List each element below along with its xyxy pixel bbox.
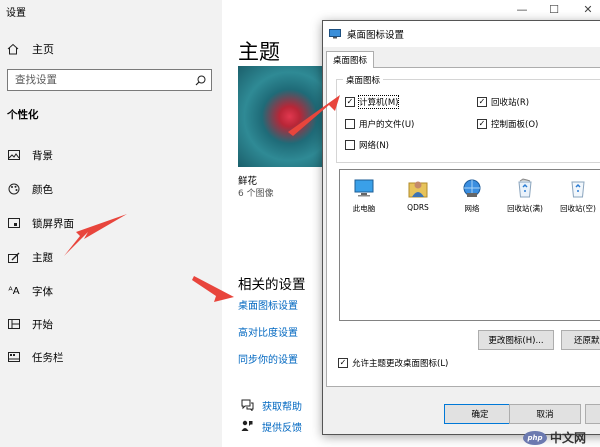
icon-label: 回收站(空) bbox=[560, 204, 596, 213]
checkbox-label: 用户的文件(U) bbox=[359, 120, 415, 130]
change-icon-button[interactable]: 更改图标(H)... bbox=[478, 330, 554, 350]
checkbox-control-panel[interactable]: ✓ 控制面板(O) bbox=[477, 118, 538, 130]
checkbox-empty bbox=[345, 140, 355, 150]
search-input[interactable] bbox=[15, 74, 189, 86]
icon-label: 网络 bbox=[464, 204, 480, 213]
taskbar-icon bbox=[7, 352, 21, 362]
ok-button[interactable]: 确定 bbox=[444, 404, 516, 424]
minimize-button[interactable]: — bbox=[504, 0, 540, 18]
sidebar-item-home[interactable]: 主页 bbox=[7, 40, 54, 58]
recycle-bin-full-icon bbox=[518, 178, 532, 198]
sidebar-item-label: 开始 bbox=[32, 318, 53, 331]
sync-settings-link[interactable]: 同步你的设置 bbox=[238, 351, 298, 366]
related-settings-title: 相关的设置 bbox=[238, 277, 306, 293]
checkbox-user-files[interactable]: 用户的文件(U) bbox=[345, 118, 414, 130]
theme-image-count: 6 个图像 bbox=[238, 189, 274, 199]
page-title: 主题 bbox=[238, 40, 280, 64]
dialog-title: 桌面图标设置 bbox=[347, 30, 405, 41]
high-contrast-link[interactable]: 高对比度设置 bbox=[238, 324, 298, 339]
checkbox-empty bbox=[345, 119, 355, 129]
icon-item-this-pc[interactable]: 此电脑 bbox=[345, 177, 383, 214]
monitor-icon bbox=[329, 29, 341, 39]
section-title: 个性化 bbox=[7, 109, 39, 121]
dialog-titlebar[interactable]: 桌面图标设置 bbox=[323, 21, 600, 47]
checkbox-label: 计算机(M) bbox=[357, 95, 400, 109]
checkbox-label: 控制面板(O) bbox=[491, 120, 539, 130]
feedback-label: 提供反馈 bbox=[262, 422, 302, 434]
icon-item-network[interactable]: 网络 bbox=[453, 177, 491, 214]
sidebar-item-background[interactable]: 背景 bbox=[7, 146, 53, 164]
sidebar: 设置 主页 个性化 背景 颜色 锁屏界面 主题 bbox=[0, 0, 222, 447]
close-button[interactable]: ✕ bbox=[570, 0, 600, 18]
group-title: 桌面图标 bbox=[343, 74, 384, 86]
restore-default-button[interactable]: 还原默认 bbox=[561, 330, 600, 350]
network-icon bbox=[463, 179, 481, 197]
recycle-bin-empty-icon bbox=[571, 181, 585, 198]
checkbox-label: 网络(N) bbox=[359, 141, 389, 151]
tab-desktop-icons[interactable]: 桌面图标 bbox=[326, 51, 375, 68]
checkbox-network[interactable]: 网络(N) bbox=[345, 139, 389, 151]
theme-thumbnail[interactable] bbox=[238, 66, 324, 167]
feedback-link[interactable]: 提供反馈 bbox=[240, 418, 302, 434]
sidebar-item-label: 背景 bbox=[32, 149, 53, 162]
sidebar-item-fonts[interactable]: ᴬA 字体 bbox=[7, 282, 53, 300]
home-icon bbox=[7, 43, 21, 55]
start-icon bbox=[7, 319, 21, 329]
check-icon: ✓ bbox=[477, 97, 487, 107]
sidebar-item-colors[interactable]: 颜色 bbox=[7, 180, 53, 198]
checkbox-label: 回收站(R) bbox=[491, 98, 530, 108]
font-icon: ᴬA bbox=[8, 285, 20, 297]
sidebar-item-label: 任务栏 bbox=[32, 351, 64, 364]
feedback-icon bbox=[240, 420, 254, 432]
sidebar-item-label: 字体 bbox=[32, 285, 53, 298]
desktop-icon-settings-dialog: 桌面图标设置 桌面图标 桌面图标 ✓ 计算机(M) ✓ 回收站(R) 用户的文件… bbox=[322, 20, 600, 435]
brush-icon bbox=[7, 252, 21, 263]
sidebar-item-taskbar[interactable]: 任务栏 bbox=[7, 348, 64, 366]
computer-icon bbox=[354, 179, 374, 197]
get-help-link[interactable]: 获取帮助 bbox=[240, 397, 302, 413]
help-chat-icon bbox=[240, 399, 254, 411]
icon-label: 回收站(满) bbox=[507, 204, 543, 213]
window-title: 设置 bbox=[6, 8, 26, 19]
checkbox-recycle-bin[interactable]: ✓ 回收站(R) bbox=[477, 96, 529, 108]
sidebar-item-start[interactable]: 开始 bbox=[7, 315, 53, 333]
icon-item-user-folder[interactable]: QDRS bbox=[399, 177, 437, 212]
user-folder-icon bbox=[408, 181, 428, 198]
watermark-text: 中文网 bbox=[550, 431, 587, 445]
check-icon: ✓ bbox=[338, 358, 348, 368]
check-icon: ✓ bbox=[345, 97, 355, 107]
php-logo-icon: php bbox=[523, 430, 547, 445]
cancel-button[interactable]: 取消 bbox=[509, 404, 581, 424]
sidebar-item-lockscreen[interactable]: 锁屏界面 bbox=[7, 214, 74, 232]
sidebar-item-themes[interactable]: 主题 bbox=[7, 248, 53, 266]
desktop-icon-settings-link[interactable]: 桌面图标设置 bbox=[238, 297, 298, 312]
image-icon bbox=[7, 150, 21, 160]
check-icon: ✓ bbox=[477, 119, 487, 129]
search-box[interactable] bbox=[7, 69, 212, 91]
search-icon[interactable] bbox=[189, 75, 211, 86]
sidebar-item-label: 主页 bbox=[32, 43, 54, 56]
apply-button[interactable]: 应 bbox=[585, 404, 600, 424]
checkbox-computer[interactable]: ✓ 计算机(M) bbox=[345, 95, 400, 109]
icon-item-recycle-empty[interactable]: 回收站(空) bbox=[559, 177, 597, 214]
checkbox-allow-themes[interactable]: ✓ 允许主题更改桌面图标(L) bbox=[338, 357, 448, 369]
sidebar-item-label: 主题 bbox=[32, 251, 53, 264]
theme-name: 鲜花 bbox=[238, 176, 258, 187]
icon-item-recycle-full[interactable]: 回收站(满) bbox=[506, 177, 544, 214]
maximize-button[interactable]: ☐ bbox=[536, 0, 572, 18]
checkbox-label: 允许主题更改桌面图标(L) bbox=[352, 359, 449, 369]
watermark-logo: php 中文网 bbox=[523, 429, 586, 446]
get-help-label: 获取帮助 bbox=[262, 401, 302, 413]
sidebar-item-label: 锁屏界面 bbox=[32, 217, 74, 230]
icon-label: 此电脑 bbox=[352, 204, 376, 213]
icon-label: QDRS bbox=[407, 203, 429, 212]
sidebar-item-label: 颜色 bbox=[32, 183, 53, 196]
lockscreen-icon bbox=[7, 218, 21, 228]
palette-icon bbox=[7, 183, 21, 195]
